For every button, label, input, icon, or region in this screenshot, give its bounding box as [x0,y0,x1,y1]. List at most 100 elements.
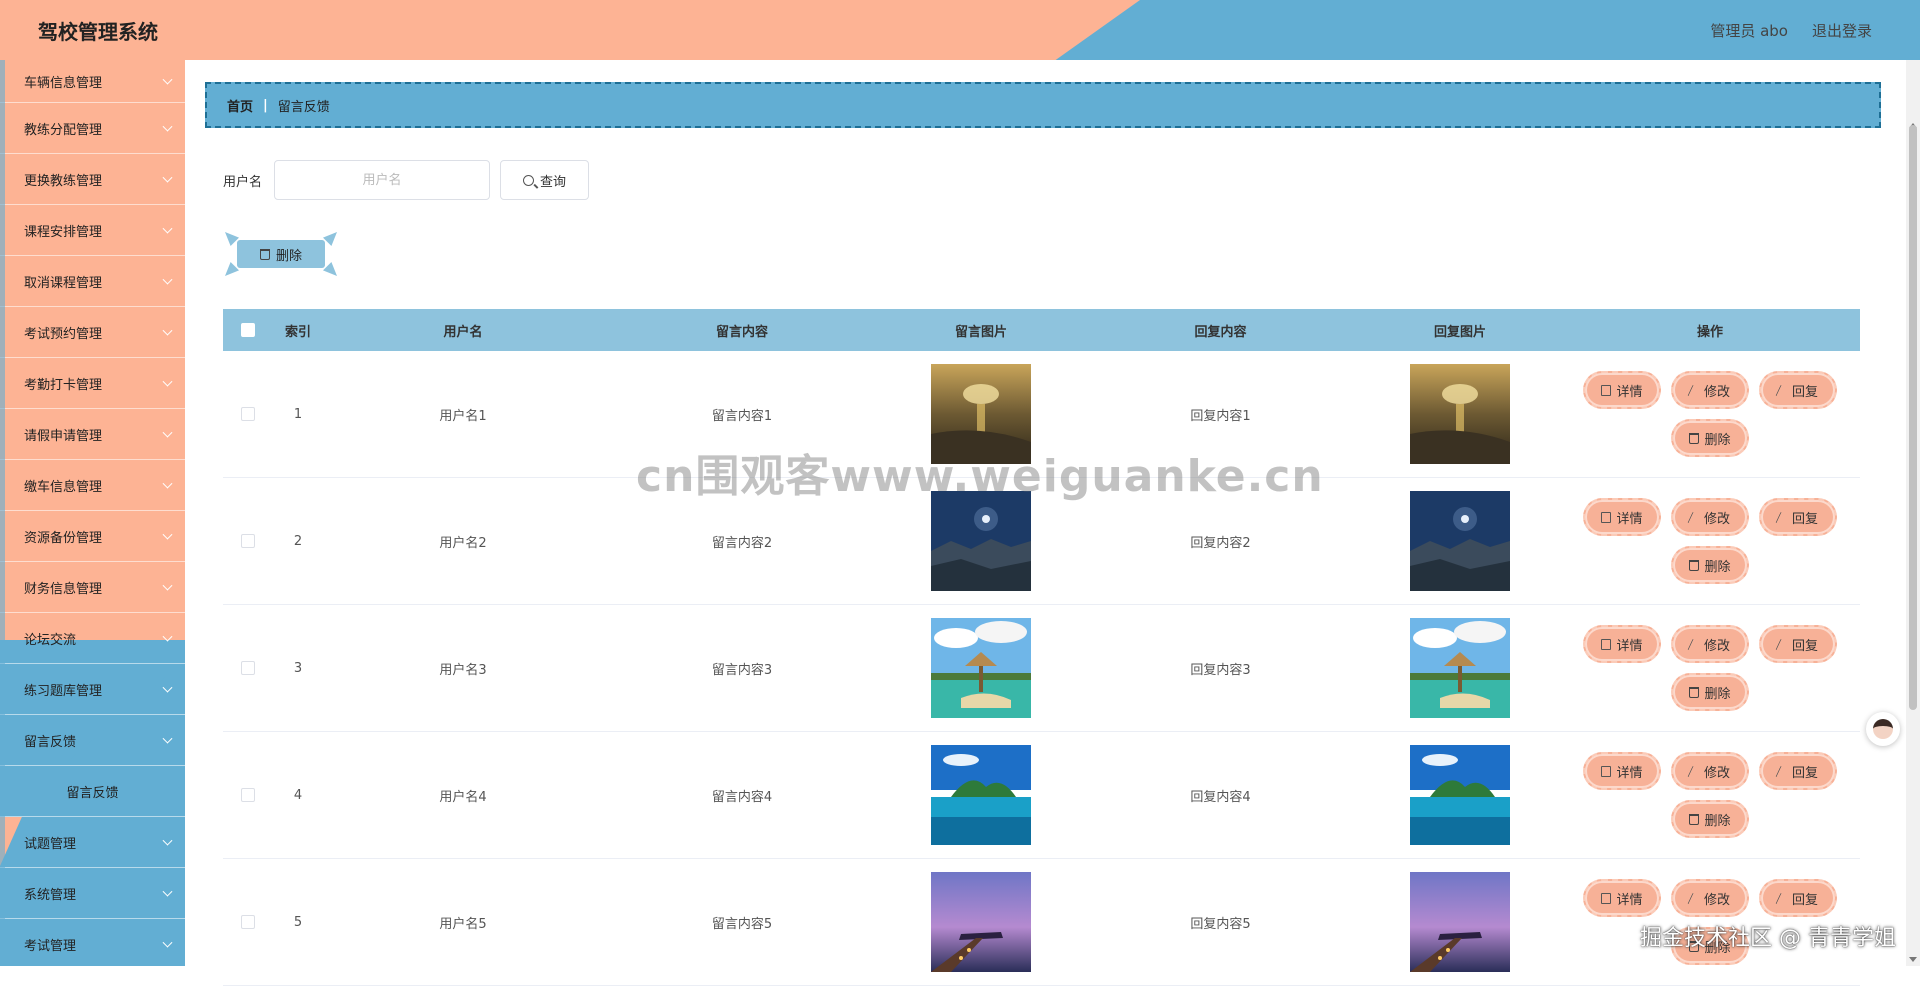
sidebar-item-label: 资源备份管理 [24,527,102,546]
night-cliffs-image[interactable] [1410,491,1510,591]
delete-button-label: 删除 [1704,810,1730,829]
row-checkbox-cell [223,407,273,421]
reply-button[interactable]: 回复 [1759,625,1837,663]
sidebar-item[interactable]: 更换教练管理 [0,154,185,205]
document-icon [1601,385,1611,396]
sidebar-item-label: 论坛交流 [24,629,76,648]
delete-button[interactable]: 删除 [1671,546,1749,584]
edit-button[interactable]: 修改 [1671,498,1749,536]
detail-button-label: 详情 [1616,635,1642,654]
row-checkbox[interactable] [241,788,255,802]
row-reply: 回复内容1 [1081,405,1360,424]
logout-button[interactable]: 退出登录 [1812,20,1872,41]
sidebar-item[interactable]: 请假申请管理 [0,409,185,460]
delete-button-label: 删除 [1704,556,1730,575]
trash-icon [1689,433,1699,444]
detail-button[interactable]: 详情 [1583,625,1661,663]
chevron-down-icon [163,530,173,540]
tropical-hut-image[interactable] [931,618,1031,718]
breadcrumb-home[interactable]: 首页 [227,96,253,115]
island-lagoon-image[interactable] [1410,745,1510,845]
header-message-image: 留言图片 [881,321,1081,340]
chevron-down-icon [163,122,173,132]
edit-button[interactable]: 修改 [1671,625,1749,663]
row-reply-image-cell [1360,491,1560,591]
sidebar-item[interactable]: 车辆信息管理 [0,60,185,103]
admin-user-label[interactable]: 管理员 abo [1710,20,1788,41]
trash-icon [1689,560,1699,571]
detail-button[interactable]: 详情 [1583,879,1661,917]
reply-button[interactable]: 回复 [1759,879,1837,917]
batch-delete-button[interactable]: 删除 [225,232,337,276]
reply-button-label: 回复 [1792,889,1818,908]
select-all-checkbox[interactable] [241,323,255,337]
pier-dusk-image[interactable] [1410,872,1510,972]
row-message-image-cell [881,618,1081,718]
user-area: 管理员 abo 退出登录 [1710,20,1872,41]
row-checkbox[interactable] [241,534,255,548]
sidebar-item[interactable]: 考试预约管理 [0,307,185,358]
detail-button[interactable]: 详情 [1583,498,1661,536]
row-actions-cell: 详情 修改回复删除 [1560,625,1860,711]
row-reply: 回复内容2 [1081,532,1360,551]
row-actions-cell: 详情修改回复删除 [1560,371,1860,457]
sunset-beach-image[interactable] [1410,364,1510,464]
row-actions: 详情修改回复删除 [1575,371,1845,457]
reply-button[interactable]: 回复 [1759,371,1837,409]
edit-button[interactable]: 修改 [1671,752,1749,790]
detail-button[interactable]: 详情 [1583,371,1661,409]
row-reply-image-cell [1360,364,1560,464]
footer-watermark: 掘金技术社区 @ 青青学姐 [1640,920,1896,952]
row-checkbox[interactable] [241,661,255,675]
night-cliffs-image[interactable] [931,491,1031,591]
sidebar-item[interactable]: 留言反馈 [0,715,185,766]
delete-button[interactable]: 删除 [1671,419,1749,457]
row-checkbox[interactable] [241,407,255,421]
edit-button[interactable]: 修改 [1671,879,1749,917]
scroll-down-arrow-icon[interactable] [1909,957,1917,962]
sidebar-item[interactable]: 系统管理 [0,868,185,919]
sidebar-item[interactable]: 财务信息管理 [0,562,185,613]
sidebar-item[interactable]: 练习题库管理 [0,664,185,715]
header-reply: 回复内容 [1081,321,1360,340]
row-reply: 回复内容3 [1081,659,1360,678]
row-index: 1 [273,407,323,422]
row-message-image-cell [881,745,1081,845]
delete-button[interactable]: 删除 [1671,800,1749,838]
table-header: 索引 用户名 留言内容 留言图片 回复内容 回复图片 操作 [223,309,1860,351]
pier-dusk-image[interactable] [931,872,1031,972]
sidebar-item[interactable]: 教练分配管理 [0,103,185,154]
sidebar-menu: 车辆信息管理教练分配管理更换教练管理课程安排管理取消课程管理考试预约管理考勤打卡… [0,60,185,966]
sidebar-item[interactable]: 课程安排管理 [0,205,185,256]
scrollbar-thumb[interactable] [1909,125,1917,710]
sidebar-subitem-feedback[interactable]: 留言反馈 [0,766,185,817]
sidebar-item[interactable]: 论坛交流 [0,613,185,664]
sidebar-item[interactable]: 缴车信息管理 [0,460,185,511]
sidebar-item[interactable]: 取消课程管理 [0,256,185,307]
document-icon [1601,512,1611,523]
page-scrollbar[interactable] [1906,60,1920,966]
edit-button[interactable]: 修改 [1671,371,1749,409]
tropical-hut-image[interactable] [1410,618,1510,718]
sidebar-item-label: 系统管理 [24,884,76,903]
island-lagoon-image[interactable] [931,745,1031,845]
reply-button[interactable]: 回复 [1759,752,1837,790]
row-checkbox[interactable] [241,915,255,929]
sidebar-item[interactable]: 资源备份管理 [0,511,185,562]
delete-button[interactable]: 删除 [1671,673,1749,711]
delete-button-label: 删除 [1704,683,1730,702]
detail-button-label: 详情 [1616,508,1642,527]
row-message: 留言内容3 [603,659,881,678]
sidebar-item[interactable]: 考勤打卡管理 [0,358,185,409]
username-search-input[interactable] [274,160,490,200]
detail-button[interactable]: 详情 [1583,752,1661,790]
breadcrumb-separator: | [263,98,268,113]
sidebar-item[interactable]: 试题管理 [0,817,185,868]
assistant-avatar[interactable] [1866,712,1900,746]
row-checkbox-cell [223,534,273,548]
search-button[interactable]: 查询 [500,160,589,200]
reply-button[interactable]: 回复 [1759,498,1837,536]
sidebar-item[interactable]: 考试管理 [0,919,185,966]
batch-delete-body: 删除 [237,240,325,268]
search-icon [523,175,534,186]
